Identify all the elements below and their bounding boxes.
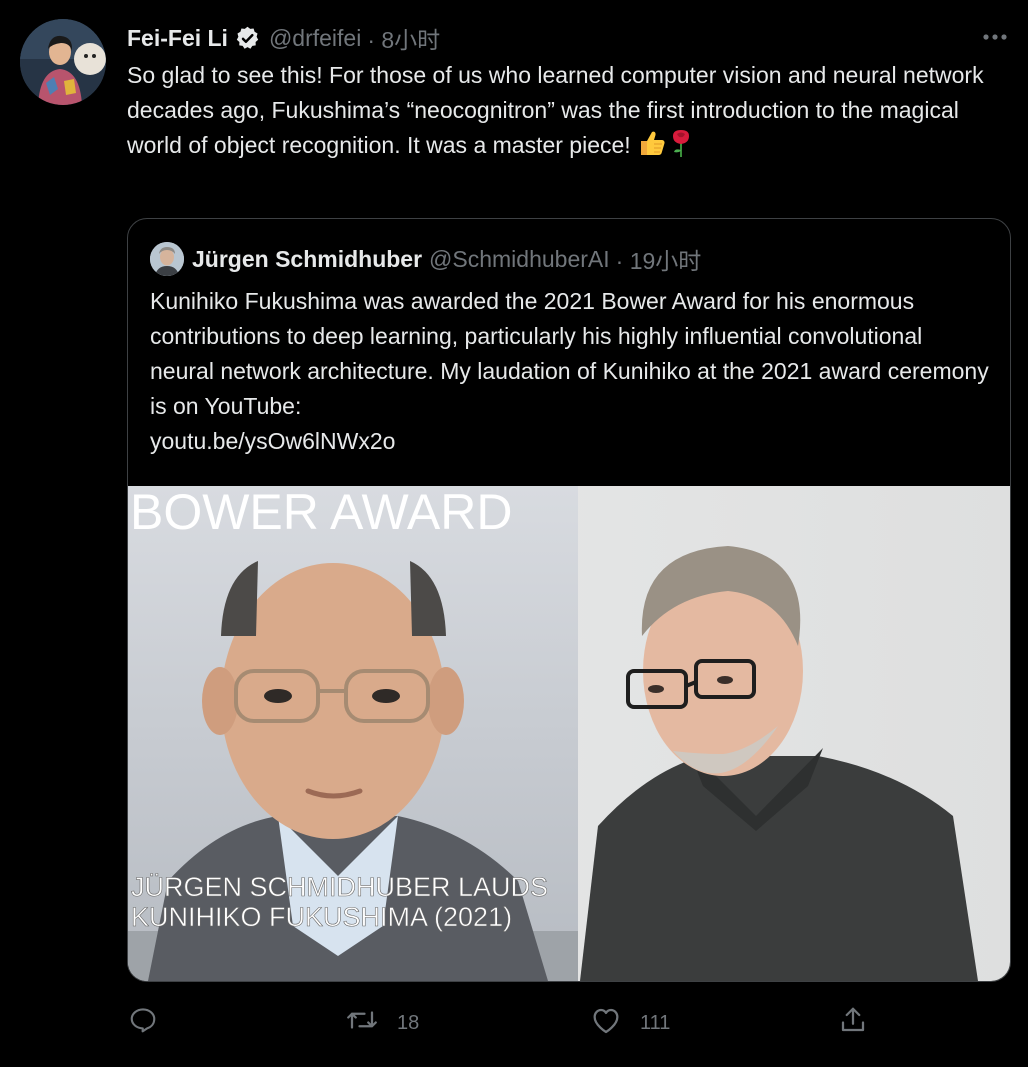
like-count: 111 [640,1011,671,1034]
retweet-count: 18 [397,1011,420,1034]
video-thumbnail[interactable]: BOWER AWARD JÜRGEN SCHMIDHUBER LAUDS KUN… [128,486,1010,981]
tweet-action-bar: 18 111 [0,1000,1028,1046]
video-title-text: BOWER AWARD [130,486,512,540]
quoted-tweet-header: Jürgen Schmidhuber @SchmidhuberAI · 19小时 [150,242,701,276]
quoted-author-name[interactable]: Jürgen Schmidhuber [192,246,422,273]
quoted-tweet[interactable]: Jürgen Schmidhuber @SchmidhuberAI · 19小时… [127,218,1011,982]
author-handle[interactable]: @drfeifei [269,25,361,52]
more-options-icon[interactable] [980,24,1010,50]
tweet-text-body: So glad to see this! For those of us who… [127,62,990,158]
tweet-text: So glad to see this! For those of us who… [127,58,1017,168]
thumbs-up-icon [637,128,667,168]
quoted-author-avatar[interactable] [150,242,184,276]
tweet-header: Fei-Fei Li @drfeifei · 8小时 [127,22,440,54]
video-caption-line2: KUNIHIKO FUKUSHIMA (2021) [131,902,512,932]
quoted-tweet-time[interactable]: · 19小时 [616,242,702,276]
reply-icon [128,1005,158,1041]
quoted-author-handle[interactable]: @SchmidhuberAI [429,246,610,273]
reply-button[interactable] [128,1008,158,1038]
verified-badge-icon [234,25,261,52]
video-caption-line1: JÜRGEN SCHMIDHUBER LAUDS [131,872,548,902]
tweet-time[interactable]: · 8小时 [367,21,440,55]
author-name[interactable]: Fei-Fei Li [127,25,228,52]
heart-icon [590,1005,622,1041]
like-button[interactable]: 111 [590,1008,670,1038]
tweet[interactable]: Fei-Fei Li @drfeifei · 8小时 So glad to se… [0,0,1028,1067]
rose-icon [667,128,695,168]
retweet-button[interactable]: 18 [345,1008,419,1038]
share-icon [838,1005,868,1041]
quoted-tweet-body: Kunihiko Fukushima was awarded the 2021 … [150,288,989,419]
quoted-tweet-link[interactable]: youtu.be/ysOw6lNWx2o [150,428,395,454]
quoted-tweet-text: Kunihiko Fukushima was awarded the 2021 … [150,284,990,459]
author-avatar[interactable] [20,19,106,105]
share-button[interactable] [838,1005,868,1041]
retweet-icon [345,1005,379,1041]
